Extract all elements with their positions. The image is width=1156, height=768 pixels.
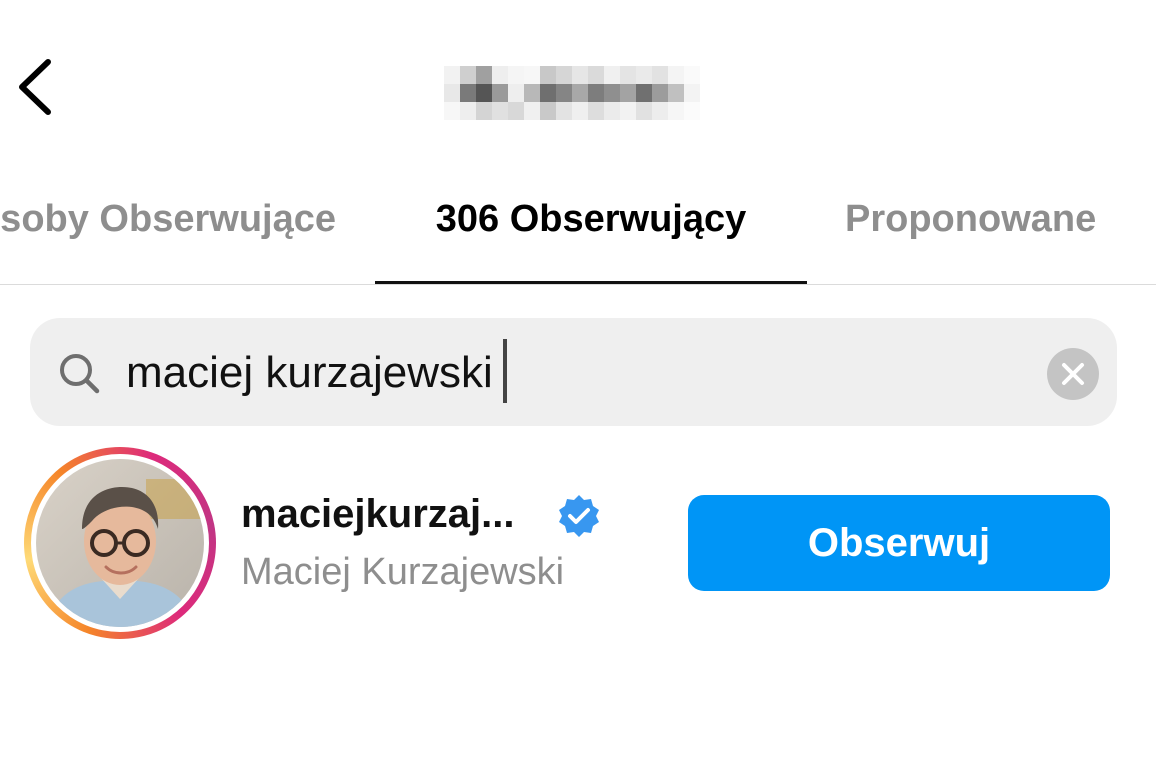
title-pixel-block: [652, 84, 668, 102]
title-pixel-block: [492, 66, 508, 84]
title-pixel-block: [508, 84, 524, 102]
title-pixel-block: [620, 66, 636, 84]
search-value[interactable]: maciej kurzajewski: [126, 339, 507, 406]
title-pixel-block: [508, 102, 524, 120]
title-pixel-block: [540, 84, 556, 102]
title-pixel-block: [476, 66, 492, 84]
story-ring[interactable]: [24, 447, 216, 639]
title-pixel-block: [492, 102, 508, 120]
title-pixel-block: [556, 102, 572, 120]
title-pixel-block: [668, 84, 684, 102]
search-result-row[interactable]: maciejkurzaj... Maciej Kurzajewski Obser…: [0, 440, 1156, 650]
title-pixel-block: [572, 84, 588, 102]
title-pixel-block: [668, 66, 684, 84]
title-pixel-block: [572, 102, 588, 120]
tab-suggested[interactable]: Proponowane: [845, 176, 1096, 262]
header: [0, 0, 1156, 170]
title-pixel-block: [524, 102, 540, 120]
tabs-divider: [0, 284, 1156, 285]
clear-icon: [1062, 363, 1084, 385]
avatar-border: [31, 454, 209, 632]
title-pixel-block: [476, 84, 492, 102]
title-pixel-block: [636, 102, 652, 120]
result-username[interactable]: maciejkurzaj...: [241, 488, 514, 540]
title-pixel-block: [636, 84, 652, 102]
profile-title-pixelated: [444, 66, 700, 120]
title-pixel-block: [588, 66, 604, 84]
follow-button[interactable]: Obserwuj: [688, 495, 1110, 591]
title-pixel-block: [668, 102, 684, 120]
title-pixel-block: [604, 66, 620, 84]
title-pixel-block: [604, 102, 620, 120]
title-pixel-block: [556, 84, 572, 102]
title-pixel-block: [556, 66, 572, 84]
tab-bar: Osoby Obserwujące 306 Obserwujący Propon…: [0, 176, 1156, 284]
followers-screen: Osoby Obserwujące 306 Obserwujący Propon…: [0, 0, 1156, 768]
title-pixel-block: [492, 84, 508, 102]
title-pixel-block: [684, 84, 700, 102]
title-pixel-block: [460, 102, 476, 120]
title-pixel-block: [476, 102, 492, 120]
text-caret: [502, 339, 507, 404]
title-pixel-block: [444, 102, 460, 120]
title-pixel-block: [588, 102, 604, 120]
tab-following[interactable]: Osoby Obserwujące: [0, 176, 336, 262]
search-icon: [56, 350, 104, 398]
title-pixel-block: [524, 84, 540, 102]
title-pixel-block: [620, 84, 636, 102]
title-pixel-block: [620, 102, 636, 120]
title-pixel-block: [636, 66, 652, 84]
title-pixel-block: [540, 66, 556, 84]
title-pixel-block: [444, 84, 460, 102]
title-pixel-block: [684, 66, 700, 84]
chevron-left-icon: [19, 59, 51, 115]
title-pixel-block: [460, 66, 476, 84]
title-pixel-block: [652, 102, 668, 120]
avatar-photo: [36, 459, 204, 627]
title-pixel-block: [524, 66, 540, 84]
result-full-name: Maciej Kurzajewski: [241, 551, 565, 593]
title-pixel-block: [588, 84, 604, 102]
back-button[interactable]: [8, 52, 64, 122]
title-pixel-block: [508, 66, 524, 84]
verified-badge-icon: [556, 493, 602, 539]
clear-search-button[interactable]: [1047, 348, 1099, 400]
title-pixel-block: [604, 84, 620, 102]
tab-followers[interactable]: 306 Obserwujący: [376, 176, 806, 262]
title-pixel-block: [572, 66, 588, 84]
search-query-text: maciej kurzajewski: [126, 348, 493, 397]
title-pixel-block: [444, 66, 460, 84]
avatar: [36, 459, 204, 627]
title-pixel-block: [684, 102, 700, 120]
title-pixel-block: [540, 102, 556, 120]
title-pixel-block: [652, 66, 668, 84]
title-pixel-block: [460, 84, 476, 102]
